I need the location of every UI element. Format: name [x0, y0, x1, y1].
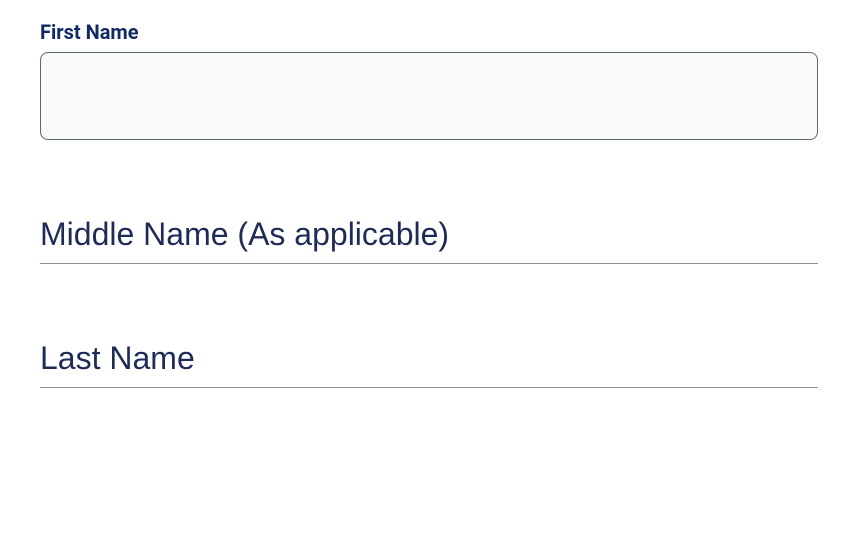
middle-name-group: [40, 210, 818, 264]
first-name-label: First Name: [40, 20, 818, 44]
last-name-group: [40, 334, 818, 388]
first-name-input[interactable]: [40, 52, 818, 140]
last-name-input[interactable]: [40, 334, 818, 388]
middle-name-input[interactable]: [40, 210, 818, 264]
first-name-group: First Name: [40, 20, 818, 140]
